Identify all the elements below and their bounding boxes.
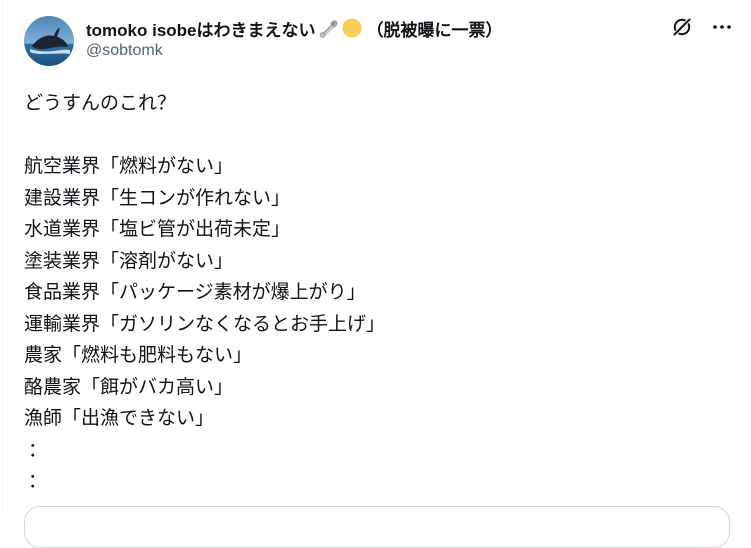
post-header-actions (669, 14, 735, 40)
more-icon[interactable] (709, 14, 735, 40)
post-text-line: 食品業界「パッケージ素材が爆上がり」 (24, 281, 366, 303)
post-text-line: 運輸業界「ガソリンなくなるとお手上げ」 (24, 312, 386, 335)
author-display-name[interactable]: tomoko isobeはわきまえない (86, 16, 316, 41)
avatar[interactable] (24, 16, 74, 66)
post-text-line: 塗装業界「溶剤がない」 (24, 249, 234, 272)
grok-icon[interactable] (669, 14, 695, 40)
embedded-card[interactable] (24, 506, 730, 548)
author-info: tomoko isobeはわきまえない （脱被曝に一票） @sobtomk (86, 16, 671, 60)
post-text-line: 酪農家「餌がバカ高い」 (24, 375, 234, 398)
author-name-row: tomoko isobeはわきまえない （脱被曝に一票） (86, 16, 671, 40)
post-text-line: 水道業界「塩ビ管が出荷未定」 (24, 218, 291, 240)
post-text-line: ： (28, 470, 48, 492)
post-text-line: 航空業界「燃料がない」 (24, 155, 234, 177)
post-text-line: ： (28, 438, 48, 461)
post-text-line (24, 120, 724, 152)
post-text: どうすんのこれ？ 航空業界「燃料がない」 建設業界「生コンが作れない」 水道業界… (24, 88, 724, 498)
author-name-suffix: （脱被曝に一票） (366, 20, 503, 40)
post-text-line: 漁師「出漁できない」 (24, 407, 215, 429)
post-text-line: どうすんのこれ？ (24, 92, 177, 114)
post-text-line: 農家「燃料も肥料もない」 (24, 344, 253, 366)
post-text-line: 建設業界「生コンが作れない」 (24, 186, 291, 209)
post: tomoko isobeはわきまえない （脱被曝に一票） @sobtomk どう… (0, 0, 751, 548)
safety-pin-emoji (318, 17, 340, 39)
author-handle[interactable]: @sobtomk (86, 42, 671, 60)
yellow-circle-emoji (341, 17, 363, 39)
